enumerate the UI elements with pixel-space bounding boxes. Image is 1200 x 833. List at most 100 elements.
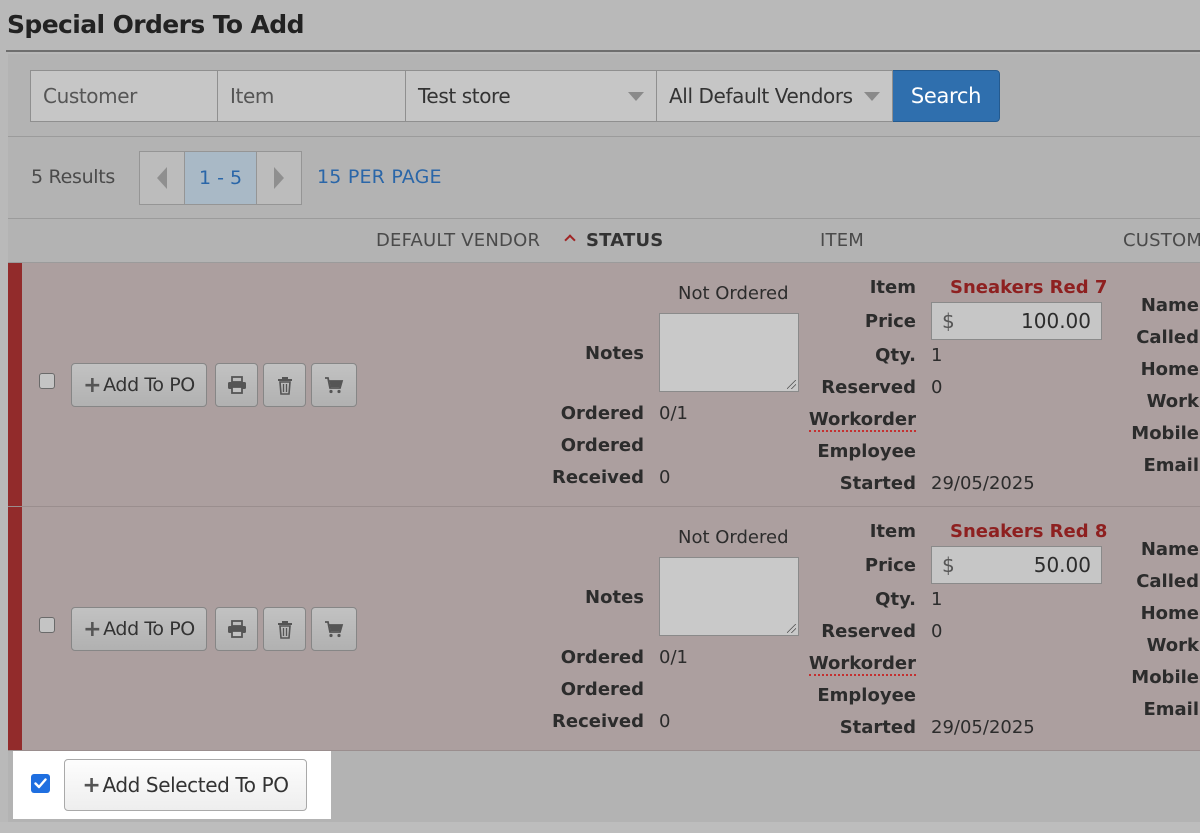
ordered-label: Ordered: [560, 403, 644, 424]
currency-symbol: $: [942, 553, 955, 577]
notes-textarea[interactable]: [659, 313, 799, 392]
trash-icon: [277, 376, 292, 395]
workorder-label[interactable]: Workorder: [808, 409, 916, 432]
customer-called-label: Called: [1136, 571, 1199, 592]
ordered-count: 0/1: [659, 647, 688, 668]
customer-email-label: Email: [1143, 455, 1199, 476]
column-status[interactable]: STATUS: [586, 230, 663, 251]
store-select-value: Test store: [418, 84, 511, 108]
page-title: Special Orders To Add: [7, 10, 304, 39]
item-search-input[interactable]: Item: [217, 70, 406, 122]
column-default-vendor[interactable]: DEFAULT VENDOR: [376, 230, 540, 251]
customer-home-label: Home: [1140, 603, 1199, 624]
qty-value: 1: [931, 345, 943, 366]
row-status-accent: [8, 507, 22, 750]
qty-label: Qty.: [875, 345, 916, 366]
order-status: Not Ordered: [678, 527, 789, 548]
title-divider: [6, 50, 1200, 52]
cart-button[interactable]: [311, 363, 357, 407]
chevron-right-icon: [274, 167, 284, 189]
printer-icon: [227, 376, 246, 394]
cart-button[interactable]: [311, 607, 357, 651]
search-bar: Customer Item Test store All Default Ven…: [30, 70, 1000, 122]
add-to-po-label: Add To PO: [103, 374, 195, 396]
customer-search-input[interactable]: Customer: [30, 70, 218, 122]
trash-icon: [277, 620, 292, 639]
notes-label: Notes: [585, 587, 644, 608]
check-icon: [34, 778, 47, 789]
customer-home-label: Home: [1140, 359, 1199, 380]
customer-work-label: Work: [1146, 391, 1199, 412]
started-date: 29/05/2025: [931, 717, 1035, 738]
column-customer[interactable]: CUSTOM: [1123, 230, 1200, 251]
notes-textarea[interactable]: [659, 557, 799, 636]
notes-label: Notes: [585, 343, 644, 364]
received-label: Received: [552, 467, 644, 488]
qty-label: Qty.: [875, 589, 916, 610]
item-link[interactable]: Sneakers Red 7: [950, 277, 1107, 298]
results-count: 5 Results: [31, 166, 116, 188]
column-item[interactable]: ITEM: [820, 230, 864, 251]
started-date: 29/05/2025: [931, 473, 1035, 494]
divider: [8, 136, 1200, 137]
plus-icon: +: [83, 372, 102, 398]
add-to-po-button[interactable]: + Add To PO: [71, 363, 207, 407]
resize-grip-icon[interactable]: [787, 380, 796, 389]
reserved-value: 0: [931, 621, 943, 642]
pagination: 1 - 5: [139, 151, 302, 205]
caret-down-icon: [864, 92, 880, 101]
row-select-checkbox[interactable]: [39, 373, 55, 389]
delete-button[interactable]: [263, 607, 306, 651]
add-selected-label: Add Selected To PO: [102, 773, 289, 797]
delete-button[interactable]: [263, 363, 306, 407]
plus-icon: +: [82, 772, 101, 798]
add-to-po-label: Add To PO: [103, 618, 195, 640]
price-input[interactable]: $ 50.00: [931, 546, 1102, 584]
ordered-date-label: Ordered: [560, 435, 644, 456]
resize-grip-icon[interactable]: [787, 624, 796, 633]
cart-icon: [325, 377, 344, 394]
item-link[interactable]: Sneakers Red 8: [950, 521, 1107, 542]
price-label: Price: [864, 311, 916, 332]
row-status-accent: [8, 263, 22, 506]
employee-label: Employee: [817, 685, 916, 706]
add-to-po-button[interactable]: + Add To PO: [71, 607, 207, 651]
price-label: Price: [864, 555, 916, 576]
plus-icon: +: [83, 616, 102, 642]
ordered-label: Ordered: [560, 647, 644, 668]
received-label: Received: [552, 711, 644, 732]
customer-called-label: Called: [1136, 327, 1199, 348]
customer-mobile-label: Mobile: [1131, 667, 1199, 688]
store-select[interactable]: Test store: [405, 70, 657, 122]
vendor-select[interactable]: All Default Vendors: [656, 70, 893, 122]
customer-email-label: Email: [1143, 699, 1199, 720]
item-label: Item: [869, 521, 916, 542]
table-row: + Add To PO Not Ordered Notes Ordered 0/1…: [8, 263, 1200, 507]
price-input[interactable]: $ 100.00: [931, 302, 1102, 340]
price-value: 50.00: [1033, 553, 1091, 577]
reserved-label: Reserved: [821, 377, 916, 398]
select-all-checkbox[interactable]: [31, 774, 50, 793]
ordered-date-label: Ordered: [560, 679, 644, 700]
qty-value: 1: [931, 589, 943, 610]
bottom-border: [0, 822, 1200, 833]
item-label: Item: [869, 277, 916, 298]
row-select-checkbox[interactable]: [39, 617, 55, 633]
workorder-label[interactable]: Workorder: [808, 653, 916, 676]
prev-page-button[interactable]: [139, 151, 185, 205]
price-value: 100.00: [1021, 309, 1091, 333]
current-page-range[interactable]: 1 - 5: [184, 151, 257, 205]
printer-icon: [227, 620, 246, 638]
next-page-button[interactable]: [256, 151, 302, 205]
ordered-count: 0/1: [659, 403, 688, 424]
table-row: + Add To PO Not Ordered Notes Ordered 0/1…: [8, 507, 1200, 751]
per-page-selector[interactable]: 15 PER PAGE: [317, 166, 442, 188]
reserved-label: Reserved: [821, 621, 916, 642]
received-value: 0: [659, 711, 671, 732]
cart-icon: [325, 621, 344, 638]
print-button[interactable]: [215, 607, 258, 651]
search-button[interactable]: Search: [892, 70, 1000, 122]
print-button[interactable]: [215, 363, 258, 407]
add-selected-to-po-button[interactable]: + Add Selected To PO: [64, 759, 307, 811]
reserved-value: 0: [931, 377, 943, 398]
